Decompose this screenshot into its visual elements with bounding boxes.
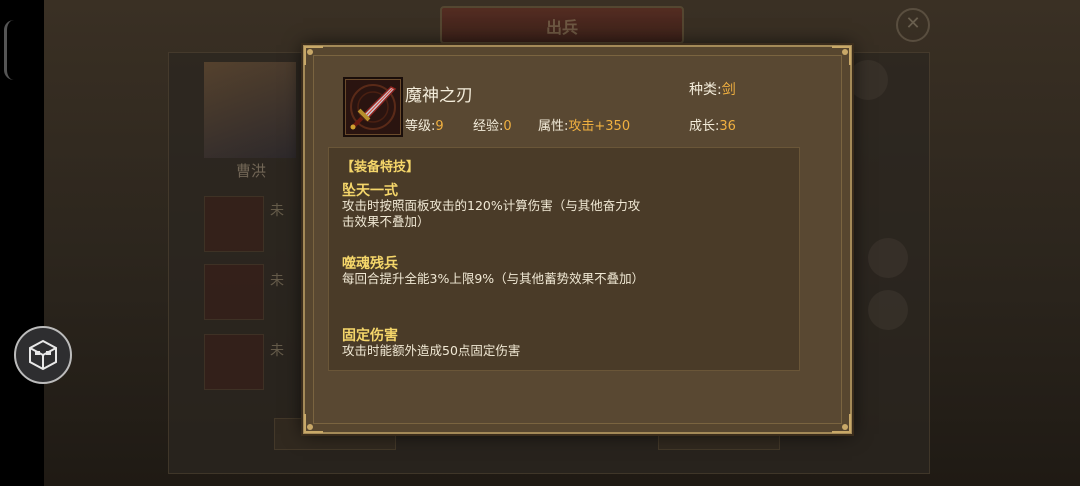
- item-name: 魔神之刃: [405, 86, 473, 106]
- equipment-slot[interactable]: [204, 196, 264, 252]
- kind-label: 种类:: [689, 82, 722, 98]
- background-close-icon[interactable]: ✕: [896, 8, 930, 42]
- floating-menu-button[interactable]: [14, 326, 72, 384]
- slot-label: 未: [270, 203, 284, 219]
- corner-ornament-icon: [830, 412, 852, 434]
- equipment-slot[interactable]: [204, 264, 264, 320]
- unit-avatar: [868, 290, 908, 330]
- skill-name: 噬魂残兵: [342, 256, 398, 272]
- slot-label: 未: [270, 343, 284, 359]
- item-attribute: 属性:攻击+350: [538, 115, 630, 134]
- corner-ornament-icon: [303, 412, 325, 434]
- corner-ornament-icon: [830, 45, 852, 67]
- attr-value: 攻击+350: [568, 119, 631, 134]
- sword-icon: [350, 84, 397, 130]
- background-title: 出兵: [545, 18, 578, 37]
- corner-ornament-icon: [303, 45, 325, 67]
- level-label: 等级:: [405, 119, 436, 134]
- hero-portrait: [204, 62, 296, 158]
- equipment-detail-modal: 魔神之刃 种类:剑 等级:9 经验:0 属性:攻击+350 成长:36 【装备特…: [303, 45, 852, 434]
- exp-label: 经验:: [473, 119, 504, 134]
- equipment-slot[interactable]: [204, 334, 264, 390]
- skill-description-line: 击效果不叠加）: [342, 214, 430, 229]
- background-title-bar: 出兵: [440, 6, 684, 44]
- gesture-handle: [4, 20, 17, 80]
- left-edge-strip: [0, 0, 44, 486]
- skill-description: 攻击时按照面板攻击的120%计算伤害（与其他奋力攻 击效果不叠加）: [342, 198, 702, 230]
- attr-label: 属性:: [538, 119, 569, 134]
- skill-name: 固定伤害: [342, 328, 398, 344]
- skill-name: 坠天一式: [342, 183, 398, 199]
- exp-value: 0: [503, 119, 512, 134]
- level-value: 9: [435, 119, 444, 134]
- slot-label: 未: [270, 273, 284, 289]
- growth-value: 36: [719, 119, 736, 134]
- item-level: 等级:9: [405, 115, 444, 134]
- skills-header: 【装备特技】: [341, 160, 420, 175]
- item-growth: 成长:36: [689, 115, 736, 134]
- unit-avatar: [848, 60, 888, 100]
- skill-description-line: 攻击时能额外造成50点固定伤害: [342, 343, 521, 358]
- kind-value: 剑: [721, 82, 736, 98]
- unit-avatar: [868, 238, 908, 278]
- skill-description: 每回合提升全能3%上限9%（与其他蓄势效果不叠加）: [342, 271, 702, 287]
- item-kind: 种类:剑: [689, 79, 736, 99]
- item-exp: 经验:0: [473, 115, 512, 134]
- skill-description-line: 攻击时按照面板攻击的120%计算伤害（与其他奋力攻: [342, 198, 641, 213]
- skill-description-line: 每回合提升全能3%上限9%（与其他蓄势效果不叠加）: [342, 271, 645, 286]
- hero-name: 曹洪: [236, 162, 267, 180]
- skill-description: 攻击时能额外造成50点固定伤害: [342, 343, 702, 359]
- cube-icon: [29, 339, 57, 371]
- item-icon-frame: [343, 77, 403, 137]
- equipment-skills-panel: 【装备特技】 坠天一式 攻击时按照面板攻击的120%计算伤害（与其他奋力攻 击效…: [328, 147, 800, 371]
- growth-label: 成长:: [689, 119, 720, 134]
